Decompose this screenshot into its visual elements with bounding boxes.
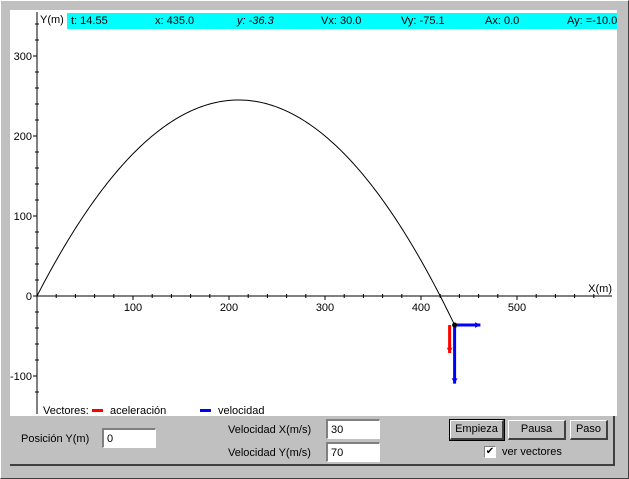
vectors xyxy=(446,322,481,384)
y-tick-label: 100 xyxy=(14,211,32,223)
y-tick-label: 0 xyxy=(26,291,32,303)
show-vectors-checkbox[interactable]: ✔ xyxy=(484,446,496,458)
vector-legend: Vectores: aceleración velocidad xyxy=(43,405,264,416)
show-vectors-label: ver vectores xyxy=(502,446,562,458)
pause-button[interactable]: Pausa xyxy=(508,420,566,440)
velocity-y-label: Velocidad Y(m/s) xyxy=(228,447,311,459)
x-tick-label: 100 xyxy=(124,302,142,314)
readout-y: y: -36.3 xyxy=(237,15,274,27)
control-panel: Posición Y(m) Velocidad X(m/s) Velocidad… xyxy=(10,416,615,466)
trajectory-line xyxy=(36,99,457,329)
legend-acceleration-label: aceleración xyxy=(110,405,166,416)
velocity-x-label: Velocidad X(m/s) xyxy=(228,424,312,436)
position-y-label: Posición Y(m) xyxy=(21,433,90,445)
y-tick-label: 300 xyxy=(14,51,32,63)
x-tick-label: 200 xyxy=(220,302,238,314)
legend-acceleration-swatch xyxy=(92,409,103,412)
x-tick-label: 500 xyxy=(508,302,526,314)
acceleration-arrow-head xyxy=(446,347,453,354)
start-button[interactable]: Empieza xyxy=(449,419,505,441)
x-tick-label: 300 xyxy=(316,302,334,314)
x-tick-label: 400 xyxy=(412,302,430,314)
legend-title: Vectores: xyxy=(43,405,89,416)
axes xyxy=(36,12,612,414)
y-tick-label: 200 xyxy=(14,131,32,143)
checkmark-icon: ✔ xyxy=(485,446,495,457)
y-tick-label: -100 xyxy=(10,371,32,383)
readout-ax: Ax: 0.0 xyxy=(485,15,520,27)
simulation-canvas: 300 200 100 0 -100 100 200 300 400 500 Y(m) X(m) … xyxy=(10,10,617,416)
step-button[interactable]: Paso xyxy=(570,420,608,440)
readout-ay: Ay: =-10.0 xyxy=(567,15,617,27)
velocity-y-arrow-head xyxy=(451,378,458,384)
x-axis-label: X(m) xyxy=(588,283,612,295)
readout-vy: Vy: -75.1 xyxy=(401,15,445,27)
velocity-x-input[interactable] xyxy=(326,419,380,439)
y-axis-label: Y(m) xyxy=(40,14,64,26)
readout-vx: Vx: 30.0 xyxy=(321,15,362,27)
trajectory-plot: 3002001000-100100 200 300 400 500 Y(m) X(m) … xyxy=(10,12,612,416)
readout-time: t: 14.55 xyxy=(71,15,108,27)
status-readout: t: 14.55 x: 435.0 y: -36.3 Vx: 30.0 Vy: … xyxy=(67,13,617,29)
legend-velocity-swatch xyxy=(200,409,211,412)
projectile-point xyxy=(452,322,458,328)
legend-velocity-label: velocidad xyxy=(218,405,264,416)
applet-window: 300 200 100 0 -100 100 200 300 400 500 Y(m) X(m) … xyxy=(0,0,629,479)
velocity-x-arrow-head xyxy=(475,322,481,328)
axis-ticks: 300 200 100 0 -100 100 200 300 400 500 xyxy=(10,23,595,393)
position-y-input[interactable] xyxy=(102,428,156,448)
velocity-y-input[interactable] xyxy=(326,442,380,462)
readout-x: x: 435.0 xyxy=(155,15,195,27)
